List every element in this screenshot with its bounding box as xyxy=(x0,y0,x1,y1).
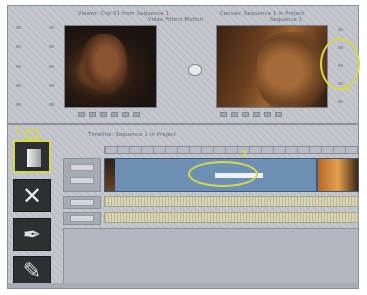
audio-waveform xyxy=(105,213,358,222)
viewer-play-button[interactable] xyxy=(78,112,85,117)
cross-arrows-icon: ✕ xyxy=(21,182,43,210)
canvas-tabs[interactable]: Sequence 1 xyxy=(270,17,302,23)
audio-waveform xyxy=(105,197,358,206)
canvas-monitor[interactable] xyxy=(216,25,328,108)
callout-3-ellipse xyxy=(320,38,360,90)
pencil-icon: ✎ xyxy=(22,259,42,284)
canvas-stop-button[interactable] xyxy=(231,112,238,117)
track-v1-lock[interactable] xyxy=(70,177,94,184)
canvas-loop-button[interactable] xyxy=(264,112,271,117)
audio-clip-a2[interactable] xyxy=(104,212,359,223)
timeline-ruler[interactable] xyxy=(104,146,359,154)
canvas-mark-out-button[interactable] xyxy=(253,112,260,117)
pen-nib-icon: ✒ xyxy=(22,223,42,248)
selection-tool-icon xyxy=(27,149,41,167)
canvas-mark-in-button[interactable] xyxy=(242,112,249,117)
track-header-a1[interactable] xyxy=(63,196,101,209)
edit-overlay-icon[interactable] xyxy=(188,64,202,76)
clip-thumbnail xyxy=(105,159,115,191)
viewer-transport xyxy=(78,112,140,117)
track-header-v1[interactable] xyxy=(63,158,101,192)
viewer-left-ruler xyxy=(16,26,21,106)
razor-tool[interactable]: ✒ xyxy=(13,218,51,251)
video-clip-next[interactable] xyxy=(317,158,359,192)
track-v1-toggle[interactable] xyxy=(70,164,94,171)
track-a2-toggle[interactable] xyxy=(70,215,94,222)
track-header-a2[interactable] xyxy=(63,212,101,225)
canvas-side-button[interactable] xyxy=(338,100,343,103)
viewer-insert-button[interactable] xyxy=(122,112,129,117)
viewer-stop-button[interactable] xyxy=(89,112,96,117)
pen-tool[interactable]: ✎ xyxy=(13,256,51,286)
canvas-side-button[interactable] xyxy=(338,28,343,31)
ripple-roll-tool[interactable]: ✕ xyxy=(13,179,51,212)
viewer-mark-in-button[interactable] xyxy=(100,112,107,117)
canvas-match-frame-button[interactable] xyxy=(275,112,282,117)
viewer-monitor[interactable] xyxy=(64,25,157,108)
status-strip xyxy=(8,283,358,288)
viewer-right-ruler xyxy=(49,26,54,106)
selection-tool[interactable] xyxy=(13,140,51,173)
callout-3: 3 xyxy=(343,84,350,94)
viewer-tabs[interactable]: Video Filters Motion xyxy=(148,17,203,23)
timeline-title: Timeline: Sequence 1 in Project xyxy=(88,132,177,138)
callout-2-ellipse xyxy=(188,161,258,187)
viewer-mark-out-button[interactable] xyxy=(111,112,118,117)
window-separator xyxy=(8,123,358,125)
callout-1: 1 xyxy=(14,126,21,136)
canvas-transport xyxy=(220,112,282,117)
callout-1-marker xyxy=(25,129,39,139)
canvas-video-frame xyxy=(257,32,327,107)
audio-clip-a1[interactable] xyxy=(104,196,359,207)
app-window: Viewer: Clip 01 from Sequence 1 Video Fi… xyxy=(7,5,360,289)
timeline-empty-area[interactable] xyxy=(63,228,359,286)
track-a1-toggle[interactable] xyxy=(70,199,94,206)
callout-2: 2 xyxy=(241,150,248,160)
viewer-video-frame xyxy=(81,34,127,94)
viewer-overwrite-button[interactable] xyxy=(133,112,140,117)
canvas-play-button[interactable] xyxy=(220,112,227,117)
